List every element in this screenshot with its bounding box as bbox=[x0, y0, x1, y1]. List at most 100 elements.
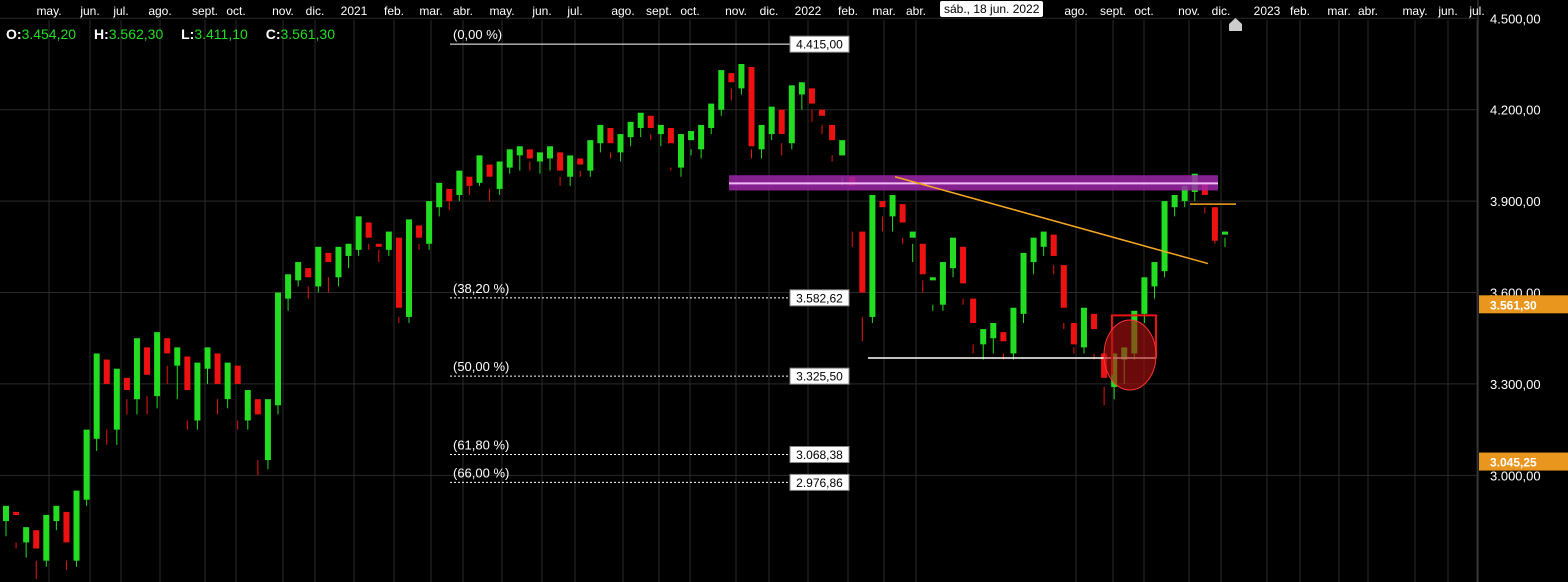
x-tick-label: jun. bbox=[79, 4, 99, 18]
x-tick-label: abr. bbox=[1358, 4, 1378, 18]
candle-body bbox=[446, 188, 453, 202]
candle bbox=[355, 216, 362, 256]
candle-body bbox=[426, 201, 433, 244]
candle bbox=[1171, 195, 1178, 217]
candle bbox=[416, 225, 423, 250]
x-tick-label: jul. bbox=[1468, 4, 1484, 18]
fib-percent-label: (66,00 %) bbox=[453, 465, 509, 480]
candle bbox=[1060, 265, 1067, 330]
x-tick-label: abr. bbox=[453, 4, 473, 18]
candle-body bbox=[164, 338, 171, 354]
candle-body bbox=[708, 103, 715, 128]
candle-body bbox=[33, 530, 40, 549]
fib-percent-label: (61,80 %) bbox=[453, 438, 509, 453]
candle bbox=[1030, 237, 1037, 275]
y-axis: 4.500,004.200,003.900,003.600,003.300,00… bbox=[1479, 11, 1568, 483]
candle bbox=[1211, 207, 1218, 244]
candle bbox=[345, 243, 352, 269]
candle-body bbox=[587, 140, 594, 171]
price-chart[interactable]: may. jun. jul. ago. sept. oct. nov. dic. 2021 feb… bbox=[0, 0, 1568, 582]
candle bbox=[667, 127, 674, 171]
candle bbox=[93, 353, 100, 451]
crosshair-date-badge: sáb., 18 jun. 2022 bbox=[940, 1, 1044, 17]
fib-price-label: 3.325,50 bbox=[796, 370, 843, 384]
candle bbox=[889, 195, 896, 232]
candle bbox=[899, 204, 906, 244]
candle bbox=[3, 505, 9, 537]
x-tick-label: oct. bbox=[680, 4, 699, 18]
candle bbox=[123, 377, 130, 415]
x-tick-label: jul. bbox=[112, 4, 128, 18]
candle bbox=[738, 63, 745, 95]
candle bbox=[1050, 234, 1057, 275]
candle bbox=[1161, 201, 1168, 278]
candle bbox=[305, 268, 312, 299]
candle-body bbox=[929, 277, 936, 281]
candle-body bbox=[899, 204, 906, 223]
candle bbox=[698, 124, 705, 159]
x-tick-label: ago. bbox=[148, 4, 171, 18]
candle-body bbox=[154, 332, 161, 397]
candle-body bbox=[315, 246, 322, 287]
x-tick-label: abr. bbox=[906, 4, 926, 18]
candle bbox=[677, 134, 684, 177]
x-tick-label: ago. bbox=[1064, 4, 1087, 18]
candle bbox=[949, 237, 956, 278]
candle bbox=[375, 243, 382, 263]
candle-body bbox=[718, 70, 725, 110]
candle bbox=[164, 338, 171, 384]
candle bbox=[13, 511, 20, 549]
candle bbox=[73, 490, 80, 567]
candle-body bbox=[1161, 201, 1168, 272]
x-tick-label: dic. bbox=[1212, 4, 1231, 18]
candle bbox=[144, 347, 151, 415]
candle-body bbox=[839, 140, 846, 156]
candle-body bbox=[335, 246, 342, 278]
candle-body bbox=[637, 112, 644, 128]
candle bbox=[587, 140, 594, 177]
candle bbox=[597, 124, 604, 153]
candle bbox=[83, 429, 90, 506]
fib-percent-label: (50,00 %) bbox=[453, 359, 509, 374]
candle bbox=[395, 237, 402, 323]
candle-body bbox=[395, 237, 402, 308]
candle-body bbox=[285, 274, 292, 299]
candle-body bbox=[657, 124, 664, 135]
candle bbox=[929, 277, 936, 311]
fib-percent-label: (0,00 %) bbox=[453, 27, 502, 42]
candle-body bbox=[1000, 332, 1007, 342]
candle bbox=[486, 164, 493, 202]
candle-body bbox=[1080, 307, 1087, 348]
candle-body bbox=[345, 243, 352, 256]
candle-body bbox=[325, 252, 332, 263]
candle-body bbox=[73, 490, 80, 561]
candle bbox=[103, 359, 110, 445]
candle bbox=[567, 155, 574, 186]
x-tick-label: nov. bbox=[725, 4, 747, 18]
candle bbox=[939, 262, 946, 311]
candle bbox=[1080, 307, 1087, 354]
candle-body bbox=[184, 356, 191, 391]
candle-body bbox=[829, 124, 836, 141]
candle bbox=[154, 332, 161, 409]
candle bbox=[728, 73, 735, 101]
x-tick-label: mar. bbox=[1327, 4, 1350, 18]
candle-body bbox=[748, 67, 755, 147]
x-tick-label: may. bbox=[36, 4, 61, 18]
close-label: C: bbox=[265, 26, 281, 42]
candle-body bbox=[123, 377, 130, 391]
fib-percent-label: (38,20 %) bbox=[453, 281, 509, 296]
candle-body bbox=[949, 237, 956, 269]
y-tick-label: 4.200,00 bbox=[1490, 103, 1541, 118]
candle-body bbox=[224, 362, 231, 400]
candle bbox=[688, 131, 695, 156]
candle-body bbox=[557, 152, 564, 171]
candle-body bbox=[919, 243, 926, 275]
candle-body bbox=[53, 505, 60, 522]
price-badge-label: 3.561,30 bbox=[1490, 298, 1537, 312]
low-value: 3.411,10 bbox=[194, 26, 248, 42]
candle bbox=[456, 170, 463, 202]
candle-body bbox=[365, 222, 372, 238]
candle-body bbox=[1050, 234, 1057, 256]
candle bbox=[426, 201, 433, 250]
